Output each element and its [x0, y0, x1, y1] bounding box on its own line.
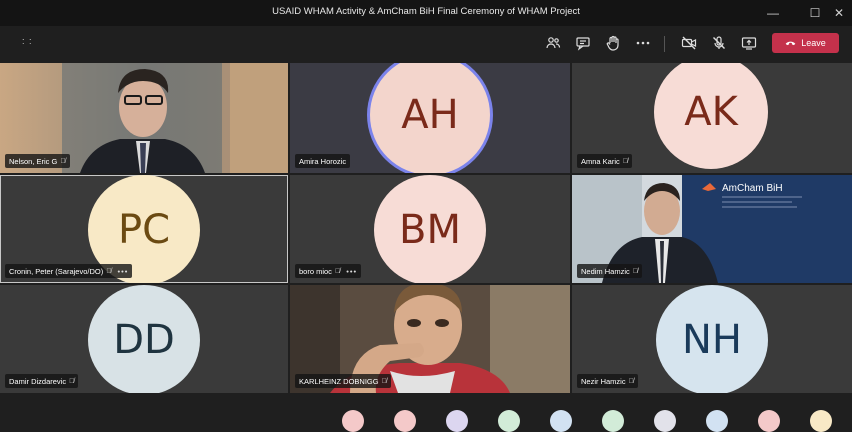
- participant-nametag: Nedim Hamzic 🎙̸: [577, 264, 643, 278]
- more-options-icon[interactable]: •••: [117, 267, 128, 276]
- mic-off-icon: 🎙̸: [60, 157, 66, 165]
- mini-avatar[interactable]: [602, 410, 624, 432]
- overflow-participant-strip: [0, 393, 852, 432]
- mini-avatar[interactable]: [550, 410, 572, 432]
- participant-avatar: BM: [374, 175, 486, 283]
- mini-avatar[interactable]: [758, 410, 780, 432]
- participant-avatar: AH: [370, 63, 490, 173]
- mic-off-icon: 🎙̸: [334, 267, 341, 275]
- more-icon[interactable]: [634, 35, 652, 51]
- minimize-button[interactable]: —: [760, 3, 786, 23]
- mic-off-icon: 🎙̸: [381, 377, 387, 385]
- leave-button[interactable]: Leave: [772, 33, 839, 53]
- window-title: USAID WHAM Activity & AmCham BiH Final C…: [272, 6, 580, 17]
- leave-label: Leave: [801, 38, 826, 48]
- participant-tile[interactable]: AmCham BiH Nedim Hamzic 🎙̸: [572, 175, 852, 283]
- participant-nametag: Cronin, Peter (Sarajevo/DO) 🎙̸ •••: [5, 264, 133, 278]
- mic-off-icon: 🎙̸: [69, 377, 75, 385]
- participant-nametag: Amna Karic 🎙̸: [577, 154, 633, 168]
- participant-avatar: NH: [656, 285, 768, 393]
- mic-off-icon: 🎙̸: [622, 157, 629, 165]
- participant-tile[interactable]: DD Damir Dizdarevic 🎙̸: [0, 285, 288, 393]
- participant-nametag: Nezir Hamzic 🎙̸: [577, 374, 638, 388]
- phone-hangup-icon: [785, 41, 796, 46]
- meeting-toolbar: : : Leave: [0, 26, 852, 60]
- camera-off-icon[interactable]: [680, 35, 698, 51]
- mini-avatar[interactable]: [394, 410, 416, 432]
- more-options-icon[interactable]: •••: [346, 267, 357, 276]
- participant-tile[interactable]: AH Amira Horozic: [290, 63, 570, 173]
- close-button[interactable]: ✕: [826, 3, 852, 23]
- participant-avatar: AK: [654, 63, 768, 169]
- participant-nametag: Nelson, Eric G 🎙̸: [5, 154, 70, 168]
- chat-icon[interactable]: [574, 35, 592, 51]
- banner-brand: AmCham BiH: [722, 183, 783, 194]
- participant-tile[interactable]: Nelson, Eric G 🎙̸: [0, 63, 288, 173]
- participant-nametag: KARLHEINZ DOBNIGG 🎙̸: [295, 374, 391, 388]
- raise-hand-icon[interactable]: [604, 35, 622, 51]
- mini-avatar[interactable]: [498, 410, 520, 432]
- toolbar-divider: [664, 36, 665, 52]
- mini-avatar[interactable]: [342, 410, 364, 432]
- participant-tile[interactable]: AK Amna Karic 🎙̸: [572, 63, 852, 173]
- participant-tile[interactable]: NH Nezir Hamzic 🎙̸: [572, 285, 852, 393]
- participant-nametag: Damir Dizdarevic 🎙̸: [5, 374, 79, 388]
- mini-avatar[interactable]: [706, 410, 728, 432]
- mic-off-icon: 🎙̸: [106, 267, 112, 275]
- participant-grid: Nelson, Eric G 🎙̸ AH Amira Horozic AK Am…: [0, 63, 852, 393]
- participant-tile[interactable]: PC Cronin, Peter (Sarajevo/DO) 🎙̸ •••: [0, 175, 288, 283]
- mini-avatar[interactable]: [810, 410, 832, 432]
- mic-off-icon: 🎙̸: [628, 377, 634, 385]
- mini-avatar[interactable]: [446, 410, 468, 432]
- participant-tile[interactable]: BM boro mioc 🎙̸ •••: [290, 175, 570, 283]
- participant-nametag: Amira Horozic: [295, 154, 351, 168]
- participant-nametag: boro mioc 🎙̸ •••: [295, 264, 362, 278]
- participant-tile[interactable]: KARLHEINZ DOBNIGG 🎙̸: [290, 285, 570, 393]
- mini-avatar[interactable]: [654, 410, 676, 432]
- mic-off-icon[interactable]: [710, 35, 728, 51]
- maximize-button[interactable]: ☐: [802, 3, 828, 23]
- title-bar: USAID WHAM Activity & AmCham BiH Final C…: [0, 0, 852, 26]
- participant-avatar: DD: [88, 285, 200, 393]
- share-icon[interactable]: [740, 35, 758, 51]
- mic-off-icon: 🎙̸: [632, 267, 639, 275]
- meeting-timer: : :: [22, 36, 33, 46]
- participants-icon[interactable]: [544, 35, 562, 51]
